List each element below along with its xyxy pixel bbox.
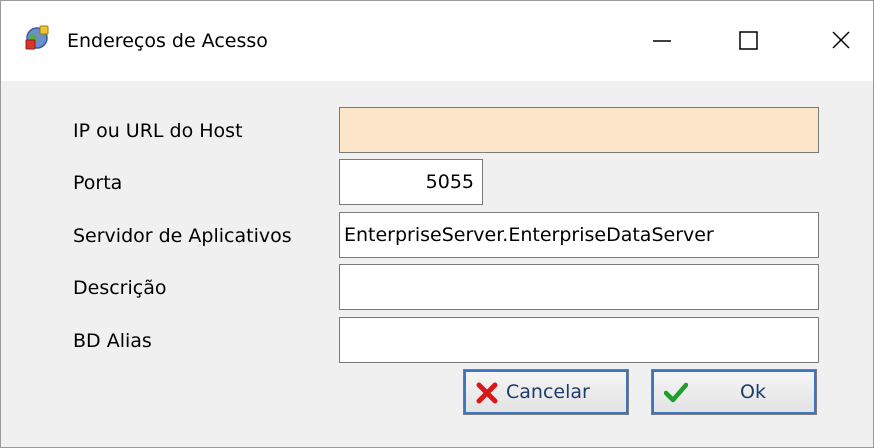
x-icon: [476, 382, 498, 404]
host-label: IP ou URL do Host: [73, 120, 243, 142]
maximize-button[interactable]: [719, 1, 779, 81]
cancel-label: Cancelar: [506, 381, 590, 403]
description-label: Descrição: [73, 277, 167, 299]
window-title: Endereços de Acesso: [67, 30, 268, 52]
server-label: Servidor de Aplicativos: [73, 225, 292, 247]
title-bar[interactable]: Endereços de Acesso: [1, 1, 873, 81]
alias-input[interactable]: [339, 317, 819, 363]
check-icon: [663, 381, 689, 403]
app-globe-icon: [23, 24, 51, 52]
ok-button[interactable]: Ok: [651, 369, 817, 415]
port-input[interactable]: [339, 159, 483, 205]
dialog-window: Endereços de Acesso IP ou URL do Host Po…: [0, 0, 874, 448]
cancel-button[interactable]: Cancelar: [463, 369, 629, 415]
alias-label: BD Alias: [73, 330, 152, 352]
description-input[interactable]: [339, 264, 819, 310]
close-button[interactable]: [811, 1, 871, 81]
ok-label: Ok: [740, 381, 766, 403]
server-input[interactable]: [339, 212, 819, 258]
minimize-button[interactable]: [631, 1, 691, 81]
close-icon: [832, 31, 850, 49]
minimize-icon: [653, 40, 671, 42]
maximize-icon: [739, 31, 758, 50]
port-label: Porta: [73, 172, 123, 194]
host-input[interactable]: [339, 107, 819, 153]
